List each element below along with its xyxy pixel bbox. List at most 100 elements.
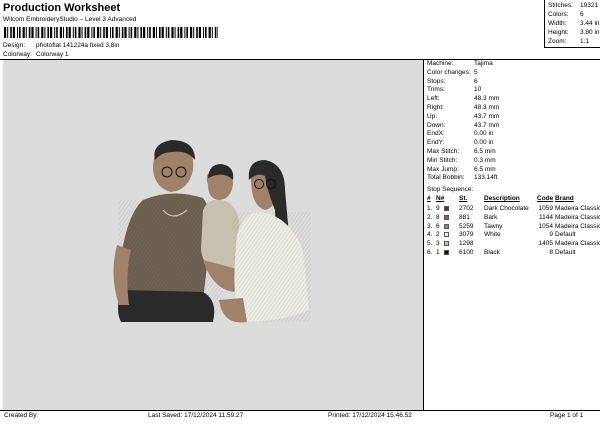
machine-info-panel: Machine: Tajima Color changes: 5 Stops: 6 Trim…	[424, 60, 600, 410]
sequence-row[interactable]: 3.6 5259 Tawny 1054Madeira Classic 40	[424, 223, 600, 231]
design-preview-canvas[interactable]	[3, 60, 423, 410]
machine-info-row: Stops: 6	[427, 77, 478, 85]
thread-color-swatch	[444, 232, 449, 238]
barcode	[4, 27, 218, 38]
sequence-n: 2	[436, 231, 440, 239]
barcode-bar	[37, 27, 40, 38]
thread-color-swatch	[444, 206, 449, 211]
barcode-bar	[105, 27, 108, 38]
sequence-brand: Madeira Classic 40	[555, 213, 600, 221]
header-brand: Brand	[555, 195, 574, 202]
barcode-bar	[68, 27, 71, 38]
barcode-bar	[180, 27, 183, 38]
machine-info-row: Trims: 10	[427, 86, 481, 93]
machine-info-value: 0.00 in	[474, 139, 494, 147]
sequence-description: Tawny	[484, 222, 503, 230]
barcode-bar	[128, 27, 130, 38]
barcode-bar	[31, 27, 34, 38]
barcode-bar	[152, 27, 155, 38]
barcode-bar	[35, 27, 37, 38]
machine-info-value: 10	[474, 86, 482, 94]
barcode-bar	[143, 27, 146, 38]
barcode-bar	[149, 27, 151, 38]
machine-info-label: Machine:	[427, 60, 454, 67]
sequence-st: 6100	[459, 249, 474, 256]
barcode-bar	[174, 27, 176, 38]
header-n: N#	[436, 195, 445, 202]
sequence-brand: Madeira Classic 40	[555, 240, 600, 248]
sequence-st: 1298	[459, 240, 474, 248]
sequence-description: Bark	[484, 213, 498, 221]
machine-info-value: 0.3 mm	[474, 156, 496, 164]
stitches-value: 19321	[580, 2, 599, 9]
barcode-bar	[81, 27, 83, 38]
sequence-st: 5259	[459, 222, 474, 230]
zoom-value: 1:1	[580, 38, 590, 45]
machine-info-value: 6.5 mm	[474, 165, 496, 173]
sequence-num: 5.	[427, 240, 433, 248]
width-value: 3.44 in	[580, 20, 600, 27]
sequence-code: 1059	[538, 205, 553, 212]
sequence-description: White	[484, 231, 501, 239]
sequence-brand: Madeira Classic 40	[555, 205, 600, 212]
barcode-bar	[167, 27, 170, 38]
barcode-bar	[103, 27, 105, 38]
sequence-row[interactable]: 2.8 881 Bark 1144Madeira Classic 40	[424, 214, 600, 222]
sequence-row[interactable]: 6. 1 6100 Black 8 Default	[424, 249, 600, 257]
barcode-bar	[134, 27, 137, 38]
barcode-bar	[110, 27, 111, 38]
barcode-bar	[56, 27, 58, 38]
machine-info-label: Stops:	[427, 77, 446, 85]
barcode-bar	[171, 27, 174, 38]
barcode-bar	[159, 27, 161, 38]
stitches-label: Stitches:	[548, 2, 573, 9]
barcode-bar	[130, 27, 133, 38]
barcode-bar	[177, 27, 180, 38]
barcode-bar	[72, 27, 74, 38]
sequence-row[interactable]: 5.3 1298 1405Madeira Classic 40	[424, 240, 600, 248]
sequence-code: 1144	[539, 213, 553, 221]
header-st: St.	[459, 195, 468, 202]
barcode-bar	[112, 27, 114, 38]
barcode-bar	[93, 27, 95, 38]
barcode-bar	[63, 27, 64, 38]
barcode-bar	[217, 27, 218, 38]
barcode-bar	[147, 27, 149, 38]
design-label: Design:	[3, 42, 26, 49]
machine-info-row: Left: 48.3 mm	[427, 95, 499, 102]
machine-info-value: 48.3 mm	[474, 104, 500, 111]
machine-info-value: Tajima	[474, 60, 493, 67]
sequence-row[interactable]: 4. 2 3079 White 9 Default	[424, 231, 600, 239]
machine-info-row: Color changes: 5	[427, 69, 478, 76]
barcode-bar	[7, 27, 9, 38]
sequence-description: Dark Chocolate	[484, 205, 529, 212]
machine-info-label: Total Bobbin:	[427, 174, 465, 182]
machine-info-value: 5	[474, 68, 478, 76]
barcode-bar	[10, 27, 12, 38]
barcode-bar	[165, 27, 167, 38]
barcode-bar	[25, 27, 27, 38]
barcode-bar	[115, 27, 118, 38]
sequence-code: 8	[549, 249, 553, 256]
barcode-bar	[66, 27, 68, 38]
sequence-st: 3079	[459, 231, 474, 239]
worksheet-title: Production Worksheet	[3, 2, 121, 14]
barcode-bar	[186, 27, 188, 38]
header-num: #	[427, 195, 431, 202]
sequence-row[interactable]: 1. 9 2702 Dark Chocolate 1059 Madeira Classic…	[424, 205, 600, 213]
sequence-description: Black	[484, 249, 500, 256]
stop-sequence-title: Stop Sequence:	[427, 186, 474, 193]
software-subtitle: Wilcom EmbroideryStudio – Level 3 Advanc…	[3, 16, 137, 23]
sequence-num: 6.	[427, 249, 433, 256]
machine-info-row: Max Jump: 6.5 mm	[427, 166, 496, 173]
sequence-n: 9	[436, 205, 440, 212]
machine-info-value: 6.5 mm	[474, 148, 496, 155]
colorway-label: Colorway:	[3, 51, 32, 58]
barcode-bar	[50, 27, 53, 38]
machine-info-row: Total Bobbin: 133.14ft	[427, 174, 498, 182]
machine-info-value: 43.7 mm	[474, 121, 500, 129]
barcode-bar	[78, 27, 81, 38]
barcode-bar	[91, 27, 93, 38]
barcode-bar	[22, 27, 25, 38]
thread-color-swatch	[444, 250, 449, 255]
